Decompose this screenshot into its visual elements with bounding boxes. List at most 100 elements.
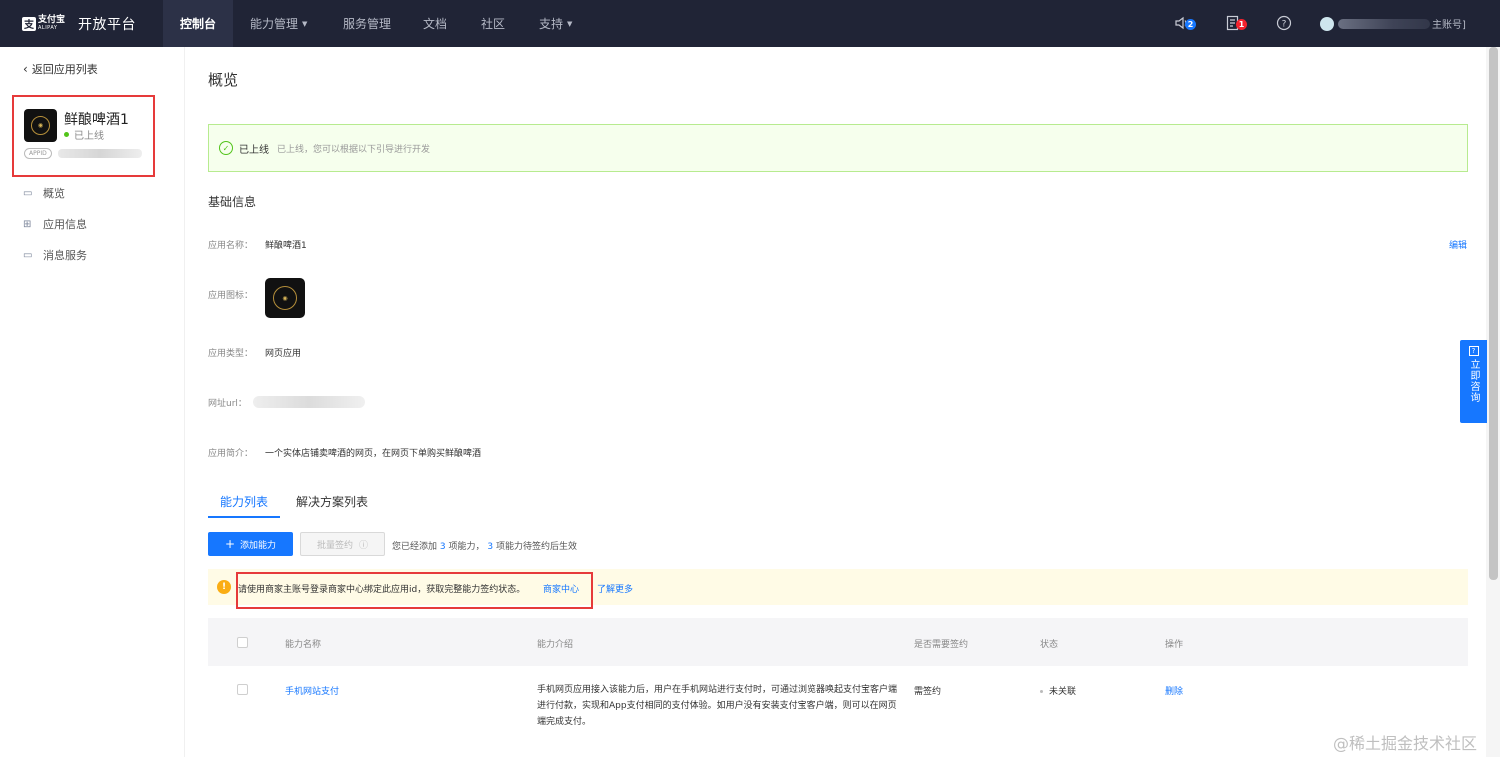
merchant-center-link[interactable]: 商家中心 xyxy=(543,582,579,595)
field-label-app-icon: 应用图标： xyxy=(208,291,254,301)
nav-capability[interactable]: 能力管理 ▼ xyxy=(250,0,307,47)
alipay-mark-icon: 支 xyxy=(22,16,36,31)
sidebar-item-app-info[interactable]: ⊞ 应用信息 xyxy=(23,216,87,232)
alipay-logo: 支 支付宝 ALIPAY xyxy=(22,15,68,33)
top-nav: 支 支付宝 ALIPAY 开放平台 控制台 能力管理 ▼ 服务管理 文档 社区 支… xyxy=(0,0,1500,47)
app-status: 已上线 xyxy=(64,127,104,142)
field-value-url-redacted xyxy=(253,396,365,408)
account-name-redacted xyxy=(1338,18,1430,29)
status-label: 未关联 xyxy=(1049,687,1077,697)
nav-console[interactable]: 控制台 xyxy=(163,0,233,47)
consult-button[interactable]: ? 立即咨询 xyxy=(1460,340,1487,423)
select-all-checkbox[interactable] xyxy=(237,637,248,648)
tab-solution-list[interactable]: 解决方案列表 xyxy=(296,493,368,510)
notice-badge: 2 xyxy=(1185,19,1196,30)
check-circle-icon: ✓ xyxy=(219,141,233,155)
info-circle-icon: ⓘ xyxy=(359,540,369,551)
app-icon-image: ◉ xyxy=(265,278,305,318)
grid-icon: ⊞ xyxy=(23,218,32,230)
svg-text:?: ? xyxy=(1282,20,1287,30)
batch-sign-label: 批量签约 xyxy=(316,540,353,551)
avatar xyxy=(1320,16,1334,31)
nav-community-label: 社区 xyxy=(481,17,506,31)
nav-support-label: 支持 xyxy=(539,17,564,31)
page-title: 概览 xyxy=(208,71,239,89)
appid-tag: APPID xyxy=(24,148,52,159)
sidebar: ‹ 返回应用列表 ◉ 鲜酿啤酒1 已上线 APPID ▭ 概览 ⊞ 应用信息 ▭… xyxy=(0,47,185,757)
app-card-highlighted: ◉ 鲜酿啤酒1 已上线 APPID xyxy=(12,95,155,177)
nav-service-label: 服务管理 xyxy=(343,17,392,31)
capability-name-link[interactable]: 手机网站支付 xyxy=(285,684,339,697)
appid-value-redacted xyxy=(58,149,142,158)
th-name: 能力名称 xyxy=(285,640,322,650)
brand-name: 开放平台 xyxy=(78,16,136,33)
caret-down-icon: ▼ xyxy=(567,19,573,28)
field-label-app-type: 应用类型： xyxy=(208,349,254,359)
added-summary: 您已经添加 3 项能力， 3 项能力待签约后生效 xyxy=(392,539,577,552)
sidebar-item-label: 概览 xyxy=(43,187,65,200)
field-label-app-name: 应用名称： xyxy=(208,241,254,251)
monitor-icon: ▭ xyxy=(23,187,33,199)
scrollbar-thumb[interactable] xyxy=(1489,47,1498,580)
user-account[interactable]: 主账号] xyxy=(1320,15,1466,32)
field-value-app-type: 网页应用 xyxy=(265,349,302,359)
sidebar-item-message-service[interactable]: ▭ 消息服务 xyxy=(23,247,87,263)
status-cell: 未关联 xyxy=(1040,684,1076,697)
th-sign: 是否需要签约 xyxy=(914,640,969,650)
tab-capability-list[interactable]: 能力列表 xyxy=(208,493,281,518)
watermark: @稀土掘金技术社区 xyxy=(1333,734,1478,753)
field-label-description: 应用简介： xyxy=(208,449,254,459)
nav-support[interactable]: 支持 ▼ xyxy=(539,0,572,47)
learn-more-link[interactable]: 了解更多 xyxy=(597,582,633,595)
back-to-app-list[interactable]: ‹ 返回应用列表 xyxy=(23,61,98,77)
app-name: 鲜酿啤酒1 xyxy=(64,112,129,128)
row-checkbox[interactable] xyxy=(237,684,248,695)
main-content: 概览 ✓ 已上线 已上线，您可以根据以下引导进行开发 基础信息 编辑 应用名称：… xyxy=(186,47,1486,757)
plus-icon: + xyxy=(224,537,236,551)
consult-label: 立即咨询 xyxy=(1468,359,1479,403)
th-desc: 能力介绍 xyxy=(537,640,574,650)
app-logo: ◉ xyxy=(24,109,57,142)
field-value-app-icon: ◉ xyxy=(265,278,305,318)
field-value-description: 一个实体店铺卖啤酒的网页，在网页下单购买鲜酿啤酒 xyxy=(265,449,482,459)
status-dot xyxy=(1040,690,1043,693)
help-icon[interactable]: ? xyxy=(1276,15,1294,32)
app-status-label: 已上线 xyxy=(74,131,104,142)
th-action: 操作 xyxy=(1165,640,1184,650)
edit-link[interactable]: 编辑 xyxy=(1449,238,1467,251)
brand-logo-en: ALIPAY xyxy=(38,24,58,31)
added-post: 项能力待签约后生效 xyxy=(496,542,578,552)
chevron-left-icon: ‹ xyxy=(23,62,28,76)
todo-badge: 1 xyxy=(1236,19,1247,30)
delete-link[interactable]: 删除 xyxy=(1165,684,1183,697)
nav-docs-label: 文档 xyxy=(423,17,448,31)
nav-service[interactable]: 服务管理 xyxy=(343,0,391,47)
capability-desc: 手机网页应用接入该能力后，用户在手机网站进行支付时，可通过浏览器唤起支付宝客户端… xyxy=(537,685,898,727)
account-suffix: 主账号] xyxy=(1432,20,1466,31)
brand[interactable]: 支 支付宝 ALIPAY 开放平台 xyxy=(0,0,163,47)
nav-community[interactable]: 社区 xyxy=(481,0,505,47)
add-capability-button[interactable]: + 添加能力 xyxy=(208,532,293,556)
batch-sign-button[interactable]: 批量签约 ⓘ xyxy=(300,532,385,556)
table-header: 能力名称 能力介绍 是否需要签约 状态 操作 xyxy=(208,618,1468,666)
warning-icon: ! xyxy=(217,580,231,594)
added-mid: 项能力， xyxy=(448,542,485,552)
help-icon-svg: ? xyxy=(1276,15,1292,31)
nav-capability-label: 能力管理 xyxy=(250,17,299,31)
todo-icon[interactable]: 1 xyxy=(1225,15,1247,32)
added-count: 3 xyxy=(439,542,446,552)
sign-required: 需签约 xyxy=(914,687,942,697)
warning-text: 请使用商家主账号登录商家中心绑定此应用id，获取完整能力签约状态。 xyxy=(238,585,526,595)
field-label-url: 网址url： xyxy=(208,399,247,409)
alert-title: 已上线 xyxy=(239,144,269,156)
sidebar-item-overview[interactable]: ▭ 概览 xyxy=(23,185,65,201)
status-dot xyxy=(64,132,69,137)
beer-badge-icon: ◉ xyxy=(273,286,297,310)
alert-desc: 已上线，您可以根据以下引导进行开发 xyxy=(277,144,431,155)
message-icon: ▭ xyxy=(23,249,33,261)
speaker-icon[interactable]: 2 xyxy=(1174,15,1196,32)
add-capability-label: 添加能力 xyxy=(240,540,277,551)
nav-docs[interactable]: 文档 xyxy=(423,0,447,47)
sidebar-item-label: 消息服务 xyxy=(43,249,87,262)
back-label: 返回应用列表 xyxy=(31,63,98,76)
